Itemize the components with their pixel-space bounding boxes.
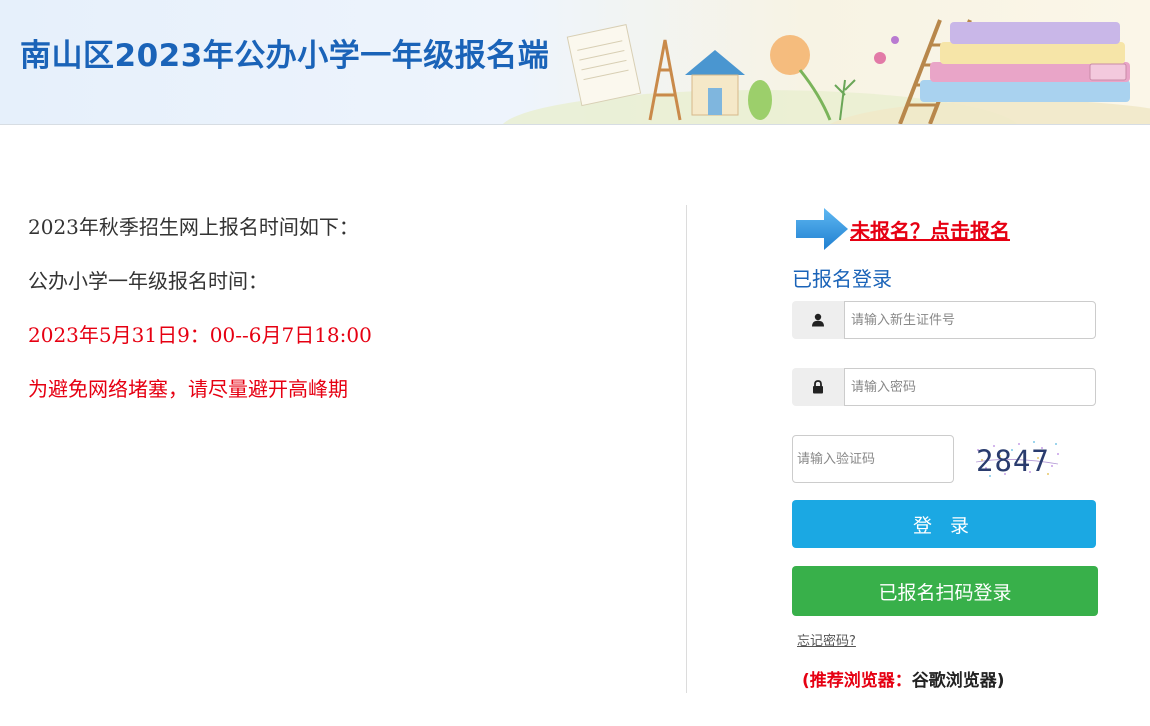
- register-link[interactable]: 未报名？点击报名: [796, 206, 1010, 252]
- banner-illustration: [503, 19, 1150, 124]
- user-icon: [812, 313, 824, 327]
- notice-time-range: 2023年5月31日9：00--6月7日18:00: [28, 323, 372, 347]
- notice-subtitle: 公办小学一年级报名时间：: [28, 269, 268, 293]
- lock-icon: [813, 380, 823, 394]
- login-button[interactable]: 登 录: [792, 500, 1096, 548]
- page-title: 南山区2023年公办小学一年级报名端: [20, 38, 550, 74]
- arrow-right-icon: [796, 208, 848, 250]
- login-section-title: 已报名登录: [792, 267, 892, 291]
- browser-tip-prefix: (推荐浏览器：: [802, 671, 912, 691]
- register-link-label: 未报名？点击报名: [850, 218, 1010, 243]
- notice-warning: 为避免网络堵塞，请尽量避开高峰期: [28, 377, 348, 401]
- header-banner: 南山区2023年公办小学一年级报名端: [0, 0, 1150, 125]
- lock-icon-addon: [792, 368, 844, 406]
- id-input-group: [792, 301, 1096, 339]
- captcha-image[interactable]: 2847: [972, 438, 1062, 480]
- captcha-graphic: 2847: [975, 441, 1059, 478]
- password-input-group: [792, 368, 1096, 406]
- scan-login-button[interactable]: 已报名扫码登录: [792, 566, 1098, 616]
- enrollment-notice: 2023年秋季招生网上报名时间如下： 公办小学一年级报名时间： 2023年5月3…: [28, 200, 372, 416]
- vertical-divider: [686, 205, 687, 693]
- captcha-input[interactable]: [792, 435, 954, 483]
- browser-tip-name: 谷歌浏览器): [911, 671, 1005, 691]
- forgot-password-link[interactable]: 忘记密码?: [797, 630, 856, 649]
- notice-intro: 2023年秋季招生网上报名时间如下：: [28, 215, 359, 239]
- student-id-input[interactable]: [844, 301, 1096, 339]
- user-icon-addon: [792, 301, 844, 339]
- password-input[interactable]: [844, 368, 1096, 406]
- browser-recommendation: (推荐浏览器：谷歌浏览器): [802, 666, 1005, 691]
- captcha-code: 2847: [976, 444, 1050, 478]
